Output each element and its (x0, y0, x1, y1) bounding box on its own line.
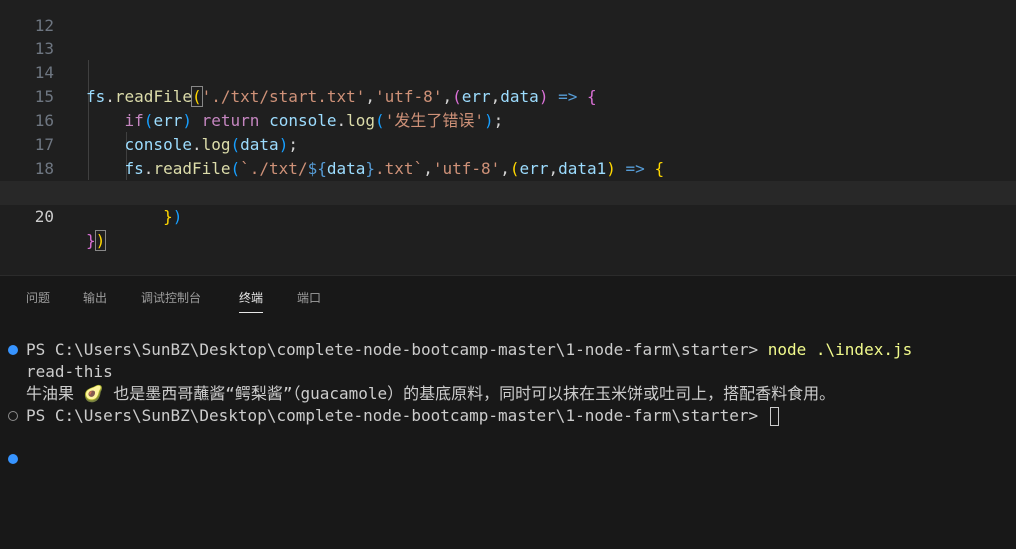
command-dot[interactable] (8, 454, 18, 464)
terminal-output-line: 牛油果 🥑 也是墨西哥蘸酱“鳄梨酱”（guacamole）的基底原料，同时可以抹… (26, 384, 836, 403)
tab-terminal[interactable]: 终端 (239, 288, 264, 313)
code-line-12: 12 (0, 0, 1016, 35)
code-editor[interactable]: 12 13 14 fs.readFile('./txt/start.txt','… (0, 0, 1016, 275)
terminal-output-line: read-this (26, 362, 113, 381)
code-line-16: 16 console.log(data); (0, 85, 1016, 154)
terminal-cursor (769, 407, 779, 426)
terminal-line-prompt: PS C:\Users\SunBZ\Desktop\complete-node-… (26, 405, 779, 427)
code-line-20: 20 }) (0, 181, 1016, 251)
terminal-line-command: PS C:\Users\SunBZ\Desktop\complete-node-… (26, 339, 912, 361)
code-line-13: 13 (0, 13, 1016, 58)
command-success-dot[interactable] (8, 345, 18, 355)
tab-output[interactable]: 输出 (83, 288, 107, 312)
tab-problems[interactable]: 问题 (26, 288, 50, 312)
terminal-prompt: PS C:\Users\SunBZ\Desktop\complete-node-… (26, 340, 768, 359)
line-number: 20 (34, 207, 54, 226)
code-line-18: 18 console.log(data1) (0, 133, 1016, 202)
command-pending-dot[interactable] (8, 411, 18, 421)
bottom-panel: 问题 输出 调试控制台 终端 端口 PS C:\Users\SunBZ\Desk… (0, 275, 1016, 549)
terminal-prompt: PS C:\Users\SunBZ\Desktop\complete-node-… (26, 406, 768, 425)
code-text: }) (86, 230, 107, 251)
code-line-19: 19 }) (0, 157, 1016, 226)
tab-debug-console[interactable]: 调试控制台 (141, 288, 201, 312)
code-text: }) (163, 207, 183, 226)
tab-ports[interactable]: 端口 (297, 288, 321, 312)
terminal-command: node .\index.js (767, 340, 913, 359)
code-line-15: 15 if(err) return console.log('发生了错误'); (0, 61, 1016, 130)
code-line-17: 17 fs.readFile(`./txt/${data}.txt`,'utf-… (0, 109, 1016, 178)
code-line-14: 14 fs.readFile('./txt/start.txt','utf-8'… (0, 37, 1016, 107)
